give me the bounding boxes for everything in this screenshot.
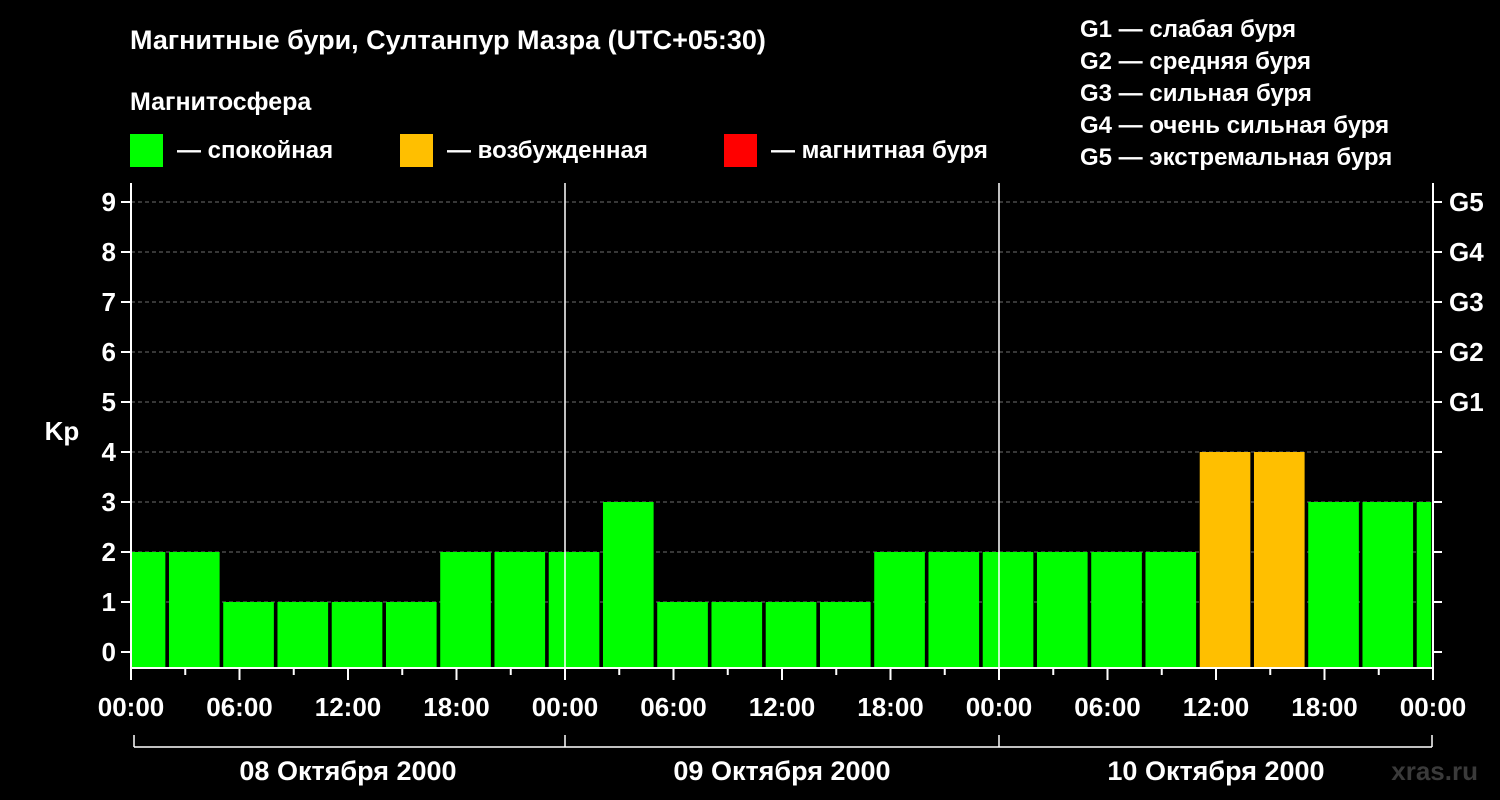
bar-17 — [1036, 552, 1088, 668]
bar-23 — [1362, 502, 1414, 668]
right-tick-label-G5: G5 — [1449, 187, 1484, 217]
x-tick-label-0: 00:00 — [98, 692, 165, 722]
x-tick-label-9: 06:00 — [1074, 692, 1141, 722]
y-tick-label-8: 8 — [102, 237, 116, 267]
bar-5 — [385, 602, 437, 668]
date-label-1: 09 Октября 2000 — [673, 756, 890, 786]
bar-15 — [928, 552, 980, 668]
bar-1 — [168, 552, 220, 668]
bar-3 — [277, 602, 329, 668]
bar-0 — [131, 552, 166, 668]
bar-20 — [1199, 452, 1251, 668]
legend-label-active: — возбужденная — [447, 137, 648, 164]
legend-swatch-active — [400, 134, 433, 167]
y-tick-label-7: 7 — [102, 287, 116, 317]
x-tick-label-7: 18:00 — [857, 692, 924, 722]
g-scale-g3: G3 — сильная буря — [1080, 80, 1312, 107]
y-tick-label-4: 4 — [102, 437, 117, 467]
legend-label-quiet: — спокойная — [177, 137, 333, 164]
y-tick-label-3: 3 — [102, 487, 116, 517]
date-label-2: 10 Октября 2000 — [1107, 756, 1324, 786]
x-tick-label-12: 00:00 — [1400, 692, 1467, 722]
legend-label-storm: — магнитная буря — [771, 137, 988, 164]
right-tick-label-G1: G1 — [1449, 387, 1484, 417]
bar-14 — [874, 552, 925, 668]
x-tick-label-8: 00:00 — [966, 692, 1033, 722]
x-tick-label-6: 12:00 — [749, 692, 816, 722]
bar-2 — [223, 602, 274, 668]
bar-8 — [548, 552, 600, 668]
right-tick-label-G4: G4 — [1449, 237, 1484, 267]
bar-21 — [1253, 452, 1305, 668]
legend-swatch-storm — [724, 134, 757, 167]
bar-22 — [1308, 502, 1359, 668]
bar-7 — [494, 552, 546, 668]
right-tick-label-G3: G3 — [1449, 287, 1484, 317]
x-tick-label-3: 18:00 — [423, 692, 490, 722]
g-scale-g2: G2 — средняя буря — [1080, 48, 1311, 75]
legend-title: Магнитосфера — [130, 88, 312, 116]
y-tick-label-6: 6 — [102, 337, 116, 367]
y-tick-label-9: 9 — [102, 187, 116, 217]
x-tick-label-1: 06:00 — [206, 692, 273, 722]
y-tick-label-2: 2 — [102, 537, 116, 567]
y-tick-label-0: 0 — [102, 637, 116, 667]
bar-18 — [1091, 552, 1142, 668]
bar-9 — [602, 502, 654, 668]
bar-16 — [982, 552, 1034, 668]
x-tick-label-11: 18:00 — [1291, 692, 1358, 722]
x-tick-label-5: 06:00 — [640, 692, 707, 722]
x-tick-label-2: 12:00 — [315, 692, 382, 722]
chart-title: Магнитные бури, Султанпур Мазра (UTC+05:… — [130, 25, 766, 55]
date-label-0: 08 Октября 2000 — [239, 756, 456, 786]
watermark: xras.ru — [1391, 756, 1478, 786]
y-axis-label: Kp — [45, 416, 80, 446]
bar-24 — [1416, 502, 1432, 668]
bar-13 — [819, 602, 871, 668]
bar-10 — [657, 602, 708, 668]
legend-swatch-quiet — [130, 134, 163, 167]
x-tick-label-10: 12:00 — [1183, 692, 1250, 722]
y-tick-label-5: 5 — [102, 387, 116, 417]
bar-11 — [711, 602, 763, 668]
x-tick-label-4: 00:00 — [532, 692, 599, 722]
bar-19 — [1145, 552, 1197, 668]
bar-4 — [331, 602, 383, 668]
g-scale-g4: G4 — очень сильная буря — [1080, 112, 1389, 139]
bar-6 — [440, 552, 491, 668]
kp-chart: Магнитные бури, Султанпур Мазра (UTC+05:… — [45, 16, 1485, 786]
g-scale-g5: G5 — экстремальная буря — [1080, 144, 1392, 171]
g-scale-g1: G1 — слабая буря — [1080, 16, 1296, 43]
bar-12 — [765, 602, 817, 668]
y-tick-label-1: 1 — [102, 587, 116, 617]
bars — [131, 452, 1432, 668]
right-tick-label-G2: G2 — [1449, 337, 1484, 367]
